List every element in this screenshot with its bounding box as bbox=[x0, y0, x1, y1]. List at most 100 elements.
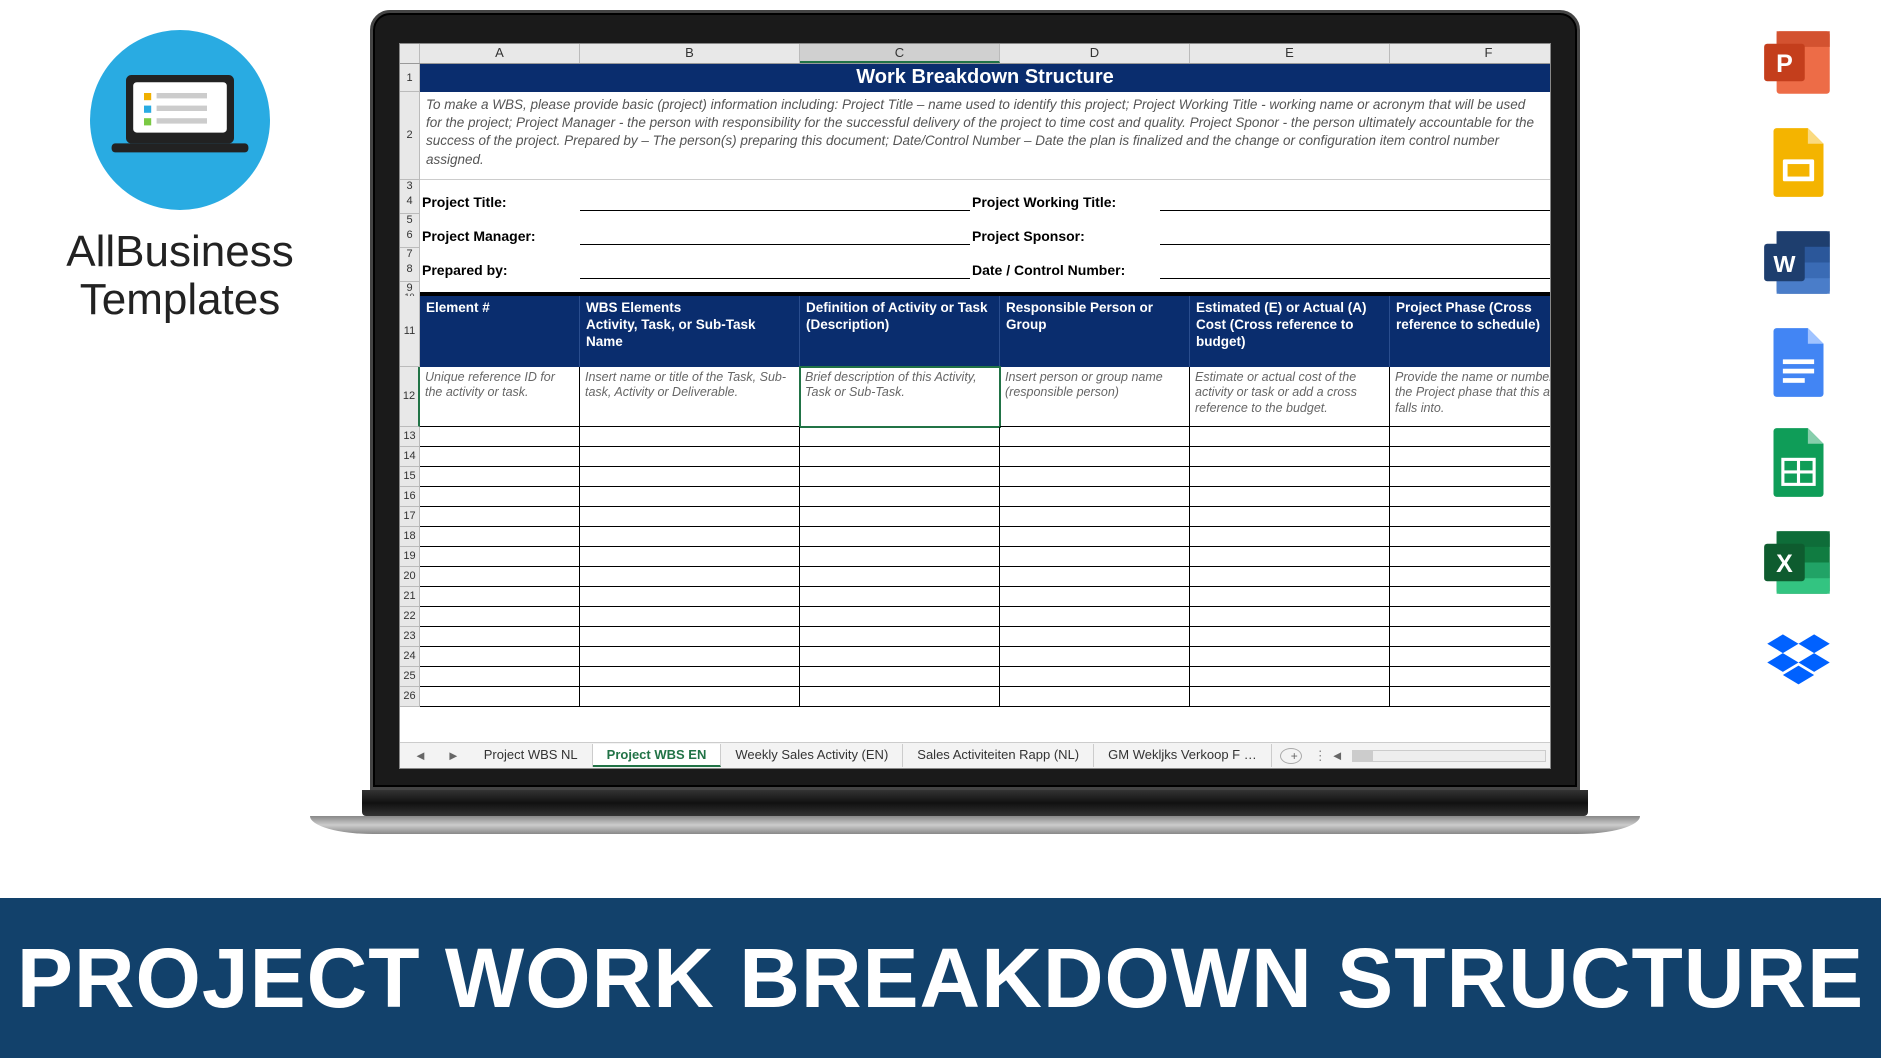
info-left-field[interactable] bbox=[580, 224, 970, 245]
cell[interactable] bbox=[800, 667, 1000, 687]
cell[interactable] bbox=[420, 607, 580, 627]
row-22[interactable]: 22 bbox=[400, 607, 420, 627]
cell[interactable] bbox=[1000, 627, 1190, 647]
cell[interactable] bbox=[1000, 547, 1190, 567]
cell[interactable] bbox=[800, 567, 1000, 587]
cell[interactable] bbox=[1190, 527, 1390, 547]
info-right-field[interactable] bbox=[1160, 224, 1550, 245]
cell[interactable] bbox=[1190, 627, 1390, 647]
cell[interactable] bbox=[1390, 487, 1550, 507]
cell[interactable] bbox=[580, 487, 800, 507]
sheet-tab[interactable]: GM Wekljks Verkoop F … bbox=[1094, 744, 1272, 767]
col-E[interactable]: E bbox=[1190, 44, 1390, 63]
hint-phase[interactable]: Provide the name or number of the Projec… bbox=[1390, 367, 1550, 427]
info-left-field[interactable] bbox=[580, 258, 970, 279]
cell[interactable] bbox=[1190, 647, 1390, 667]
cell[interactable] bbox=[420, 547, 580, 567]
cell[interactable] bbox=[800, 547, 1000, 567]
cell[interactable] bbox=[1390, 427, 1550, 447]
cell[interactable] bbox=[420, 687, 580, 707]
cell[interactable] bbox=[1390, 607, 1550, 627]
col-F[interactable]: F bbox=[1390, 44, 1551, 63]
cell[interactable] bbox=[800, 507, 1000, 527]
cell[interactable] bbox=[580, 607, 800, 627]
cell[interactable] bbox=[1390, 647, 1550, 667]
cell[interactable] bbox=[1390, 547, 1550, 567]
cell[interactable] bbox=[420, 527, 580, 547]
cell[interactable] bbox=[420, 447, 580, 467]
row-2[interactable]: 2 bbox=[400, 92, 420, 180]
hint-cost[interactable]: Estimate or actual cost of the activity … bbox=[1190, 367, 1390, 427]
tab-nav-prev-icon[interactable]: ◄ bbox=[404, 748, 437, 763]
row-6[interactable]: 6 bbox=[400, 224, 420, 248]
cell[interactable] bbox=[800, 487, 1000, 507]
cell[interactable] bbox=[420, 587, 580, 607]
cell[interactable] bbox=[1000, 587, 1190, 607]
sheet-tab[interactable]: Sales Activiteiten Rapp (NL) bbox=[903, 744, 1094, 767]
row-24[interactable]: 24 bbox=[400, 647, 420, 667]
cell[interactable] bbox=[800, 607, 1000, 627]
cell[interactable] bbox=[1000, 607, 1190, 627]
row-20[interactable]: 20 bbox=[400, 567, 420, 587]
col-C[interactable]: C bbox=[800, 44, 1000, 63]
cell[interactable] bbox=[580, 467, 800, 487]
cell[interactable] bbox=[800, 647, 1000, 667]
cell[interactable] bbox=[420, 567, 580, 587]
info-right-field[interactable] bbox=[1160, 190, 1550, 211]
row-8[interactable]: 8 bbox=[400, 258, 420, 282]
row-18[interactable]: 18 bbox=[400, 527, 420, 547]
sheet-tab[interactable]: Project WBS NL bbox=[470, 744, 593, 767]
cell[interactable] bbox=[580, 627, 800, 647]
cell[interactable] bbox=[1390, 587, 1550, 607]
row-26[interactable]: 26 bbox=[400, 687, 420, 707]
cell[interactable] bbox=[1000, 567, 1190, 587]
cell[interactable] bbox=[1390, 567, 1550, 587]
row-1[interactable]: 1 bbox=[400, 64, 420, 92]
row-13[interactable]: 13 bbox=[400, 427, 420, 447]
info-right-field[interactable] bbox=[1160, 258, 1550, 279]
cell[interactable] bbox=[800, 587, 1000, 607]
cell[interactable] bbox=[1390, 627, 1550, 647]
cell[interactable] bbox=[1000, 487, 1190, 507]
hint-wbs[interactable]: Insert name or title of the Task, Sub-ta… bbox=[580, 367, 800, 427]
hint-element[interactable]: Unique reference ID for the activity or … bbox=[420, 367, 580, 427]
cell[interactable] bbox=[1390, 467, 1550, 487]
column-headers[interactable]: A B C D E F bbox=[400, 44, 1550, 64]
cell[interactable] bbox=[1000, 467, 1190, 487]
cell[interactable] bbox=[1000, 507, 1190, 527]
row-21[interactable]: 21 bbox=[400, 587, 420, 607]
cell[interactable] bbox=[1000, 527, 1190, 547]
cell[interactable] bbox=[800, 687, 1000, 707]
row-19[interactable]: 19 bbox=[400, 547, 420, 567]
row-14[interactable]: 14 bbox=[400, 447, 420, 467]
cell[interactable] bbox=[800, 427, 1000, 447]
cell[interactable] bbox=[420, 647, 580, 667]
cell[interactable] bbox=[580, 527, 800, 547]
cell[interactable] bbox=[1190, 587, 1390, 607]
cell[interactable] bbox=[580, 587, 800, 607]
cell[interactable] bbox=[1190, 447, 1390, 467]
row-4[interactable]: 4 bbox=[400, 190, 420, 214]
cell[interactable] bbox=[1390, 447, 1550, 467]
cell[interactable] bbox=[580, 427, 800, 447]
cell[interactable] bbox=[580, 547, 800, 567]
col-B[interactable]: B bbox=[580, 44, 800, 63]
cell[interactable] bbox=[1390, 667, 1550, 687]
cell[interactable] bbox=[580, 567, 800, 587]
cell[interactable] bbox=[580, 447, 800, 467]
row-23[interactable]: 23 bbox=[400, 627, 420, 647]
cell[interactable] bbox=[1190, 667, 1390, 687]
cell[interactable] bbox=[420, 667, 580, 687]
cell[interactable] bbox=[1190, 607, 1390, 627]
cell[interactable] bbox=[580, 667, 800, 687]
cell[interactable] bbox=[420, 467, 580, 487]
row-16[interactable]: 16 bbox=[400, 487, 420, 507]
col-A[interactable]: A bbox=[420, 44, 580, 63]
cell[interactable] bbox=[420, 487, 580, 507]
sheet-tab[interactable]: Weekly Sales Activity (EN) bbox=[721, 744, 903, 767]
col-D[interactable]: D bbox=[1000, 44, 1190, 63]
tab-nav-next-icon[interactable]: ► bbox=[437, 748, 470, 763]
cell[interactable] bbox=[1190, 487, 1390, 507]
cell[interactable] bbox=[1190, 687, 1390, 707]
row-15[interactable]: 15 bbox=[400, 467, 420, 487]
